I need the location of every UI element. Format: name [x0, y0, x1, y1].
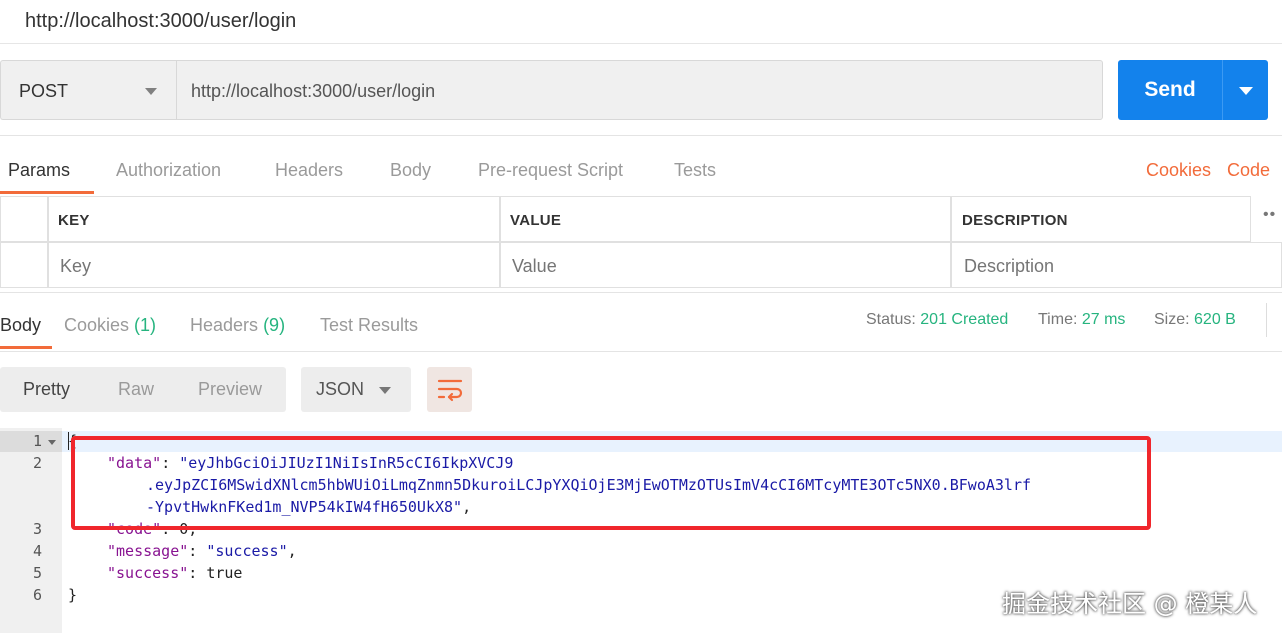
- table-header-key: [48, 196, 500, 242]
- description-input[interactable]: [964, 256, 1244, 277]
- params-table: KEY VALUE DESCRIPTION: [0, 196, 1282, 288]
- raw-button[interactable]: Raw: [118, 379, 154, 400]
- method-select[interactable]: POST: [0, 60, 176, 120]
- size-value[interactable]: 620 B: [1194, 311, 1236, 328]
- code-line: "success": true: [107, 564, 243, 582]
- tab-response-body[interactable]: Body: [0, 315, 41, 336]
- time-info: Time: 27 ms: [1038, 311, 1125, 329]
- tab-headers[interactable]: Headers: [275, 160, 343, 181]
- table-cell: [0, 196, 48, 242]
- column-header-value: VALUE: [510, 212, 562, 229]
- url-input[interactable]: [191, 78, 1071, 104]
- tab-response-cookies[interactable]: Cookies (1): [64, 315, 156, 336]
- tab-label: Cookies: [64, 315, 130, 335]
- line-number: 1: [32, 432, 42, 450]
- status-label: Status:: [866, 311, 916, 328]
- status-value[interactable]: 201 Created: [920, 311, 1008, 328]
- more-options-icon[interactable]: ••: [1263, 206, 1276, 224]
- json-boolean: true: [206, 564, 243, 582]
- title-bar: http://localhost:3000/user/login: [0, 0, 1282, 44]
- chevron-down-icon: [145, 88, 157, 95]
- watermark: 掘金技术社区 @ 橙某人: [1002, 590, 1258, 618]
- json-key: "success": [107, 564, 189, 582]
- format-label: JSON: [316, 379, 365, 399]
- tab-response-headers[interactable]: Headers (9): [190, 315, 285, 336]
- cookie-count: (1): [134, 315, 157, 335]
- tab-test-results[interactable]: Test Results: [320, 315, 418, 336]
- cookies-link[interactable]: Cookies: [1146, 160, 1211, 181]
- line-number: 2: [32, 454, 42, 472]
- key-input[interactable]: [60, 256, 480, 277]
- divider: [0, 351, 1282, 352]
- active-tab-indicator: [0, 191, 94, 194]
- time-label: Time:: [1038, 311, 1078, 328]
- line-number: 5: [32, 564, 42, 582]
- tab-authorization[interactable]: Authorization: [116, 160, 221, 181]
- line-number: 3: [32, 520, 42, 538]
- method-label: POST: [19, 81, 69, 101]
- text-cursor: [68, 432, 69, 450]
- column-header-key: KEY: [58, 212, 90, 229]
- url-field[interactable]: [176, 60, 1103, 120]
- divider: [0, 135, 1282, 136]
- tab-params[interactable]: Params: [8, 160, 70, 181]
- column-header-description: DESCRIPTION: [962, 212, 1068, 229]
- pretty-button[interactable]: Pretty: [23, 379, 70, 400]
- json-key: "message": [107, 542, 189, 560]
- tab-body[interactable]: Body: [390, 160, 431, 181]
- chevron-down-icon: [1239, 87, 1253, 95]
- format-select[interactable]: JSON: [301, 367, 411, 412]
- code-line: }: [68, 586, 78, 604]
- request-tabs: Params Authorization Headers Body Pre-re…: [0, 150, 1282, 194]
- tab-tests[interactable]: Tests: [674, 160, 716, 181]
- value-input[interactable]: [512, 256, 932, 277]
- divider: [1266, 303, 1267, 337]
- size-label: Size:: [1154, 311, 1190, 328]
- annotation-highlight-box: [71, 436, 1151, 530]
- json-string: "success": [206, 542, 288, 560]
- line-number: 4: [32, 542, 42, 560]
- header-count: (9): [263, 315, 286, 335]
- table-header-value: [500, 196, 951, 242]
- wrap-lines-icon: [437, 379, 463, 402]
- time-value[interactable]: 27 ms: [1082, 311, 1126, 328]
- tab-label: Headers: [190, 315, 259, 335]
- line-number: 6: [32, 586, 42, 604]
- divider: [0, 292, 1282, 293]
- active-tab-indicator: [0, 346, 52, 349]
- code-link[interactable]: Code: [1227, 160, 1270, 181]
- request-title[interactable]: http://localhost:3000/user/login: [25, 10, 296, 33]
- send-button[interactable]: Send: [1118, 60, 1222, 120]
- table-cell: [0, 242, 48, 288]
- status-info: Status: 201 Created: [866, 311, 1008, 329]
- size-info: Size: 620 B: [1154, 311, 1236, 329]
- tab-pre-request-script[interactable]: Pre-request Script: [478, 160, 623, 181]
- preview-button[interactable]: Preview: [198, 379, 262, 400]
- wrap-lines-button[interactable]: [427, 367, 472, 412]
- send-options-button[interactable]: [1222, 60, 1268, 120]
- send-label: Send: [1144, 78, 1196, 101]
- request-row: POST Send: [0, 60, 1282, 120]
- code-line: "message": "success",: [107, 542, 297, 560]
- view-mode-group: Pretty Raw Preview: [0, 367, 286, 412]
- chevron-down-icon: [379, 387, 391, 394]
- fold-arrow-icon[interactable]: [48, 440, 56, 445]
